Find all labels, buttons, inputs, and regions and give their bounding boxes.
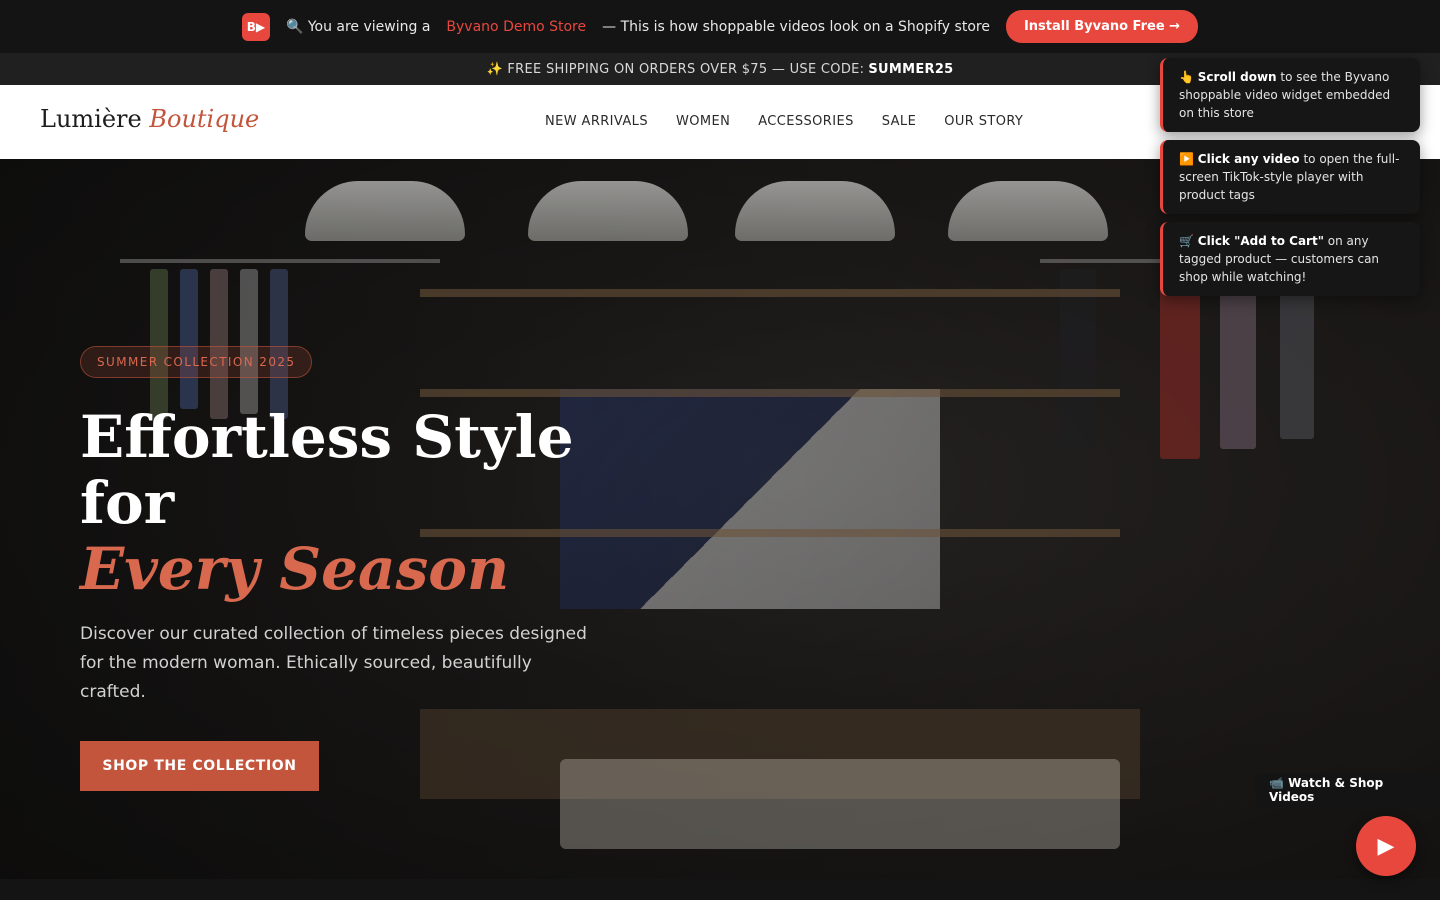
brand-name: Lumière [40, 105, 142, 133]
play-button-icon: ▶️ [1179, 152, 1194, 166]
demo-message: 🔍 You are viewing a Byvano Demo Store — … [286, 19, 990, 35]
hero-content: SUMMER COLLECTION 2025 Effortless Style … [80, 346, 640, 791]
garment-shape [1220, 269, 1256, 449]
shelf [420, 289, 1120, 297]
tip-bold: Scroll down [1197, 70, 1277, 84]
promo-code: SUMMER25 [868, 61, 954, 77]
lamp-shape [735, 181, 895, 241]
shopping-cart-icon: 🛒 [1179, 234, 1194, 248]
shop-collection-button[interactable]: SHOP THE COLLECTION [80, 741, 319, 791]
tip-scroll-down: 👆 Scroll down to see the Byvano shoppabl… [1160, 58, 1420, 132]
collection-badge: SUMMER COLLECTION 2025 [80, 346, 313, 378]
byvano-logo-icon: B▶ [241, 12, 270, 41]
tip-click-video: ▶️ Click any video to open the full-scre… [1160, 140, 1420, 214]
shipping-text: ✨ FREE SHIPPING ON ORDERS OVER $75 — USE… [486, 61, 865, 77]
tip-add-to-cart: 🛒 Click "Add to Cart" on any tagged prod… [1160, 222, 1420, 296]
hero-title: Effortless Style for Every Season [80, 404, 640, 602]
tip-bold: Click any video [1197, 152, 1300, 166]
nav-link-accessories[interactable]: ACCESSORIES [758, 114, 854, 129]
demo-prefix: 🔍 You are viewing a [285, 18, 431, 35]
lamp-shape [528, 181, 688, 241]
brand-logo[interactable]: Lumière Boutique [40, 105, 259, 133]
nav-link-sale[interactable]: SALE [882, 114, 916, 129]
hero-title-line1: Effortless Style for [80, 403, 574, 537]
nav-link-women[interactable]: WOMEN [676, 114, 730, 129]
demo-suffix: — This is how shoppable videos look on a… [602, 18, 990, 35]
tip-bold: Click "Add to Cart" [1197, 234, 1324, 248]
lamp-shape [948, 181, 1108, 241]
nav-link-our-story[interactable]: OUR STORY [944, 114, 1023, 129]
nav-link-new-arrivals[interactable]: NEW ARRIVALS [545, 114, 648, 129]
brand-accent: Boutique [149, 105, 260, 133]
lamp-shape [305, 181, 465, 241]
garment-shape [1160, 269, 1200, 459]
play-video-button[interactable]: ▶ [1356, 816, 1416, 876]
demo-bar: B▶ 🔍 You are viewing a Byvano Demo Store… [0, 0, 1440, 53]
pointing-hand-icon: 👆 [1179, 70, 1194, 84]
hero-subtitle: Discover our curated collection of timel… [80, 624, 587, 702]
nav-links: NEW ARRIVALS WOMEN ACCESSORIES SALE OUR … [545, 114, 1023, 129]
demo-store-link[interactable]: Byvano Demo Store [446, 19, 586, 35]
clothing-rack [120, 259, 440, 263]
play-icon: ▶ [1377, 833, 1395, 859]
folded-blankets [560, 759, 1120, 849]
hero-title-line2: Every Season [80, 535, 510, 603]
watch-shop-label[interactable]: 📹 Watch & Shop Videos [1255, 773, 1440, 807]
install-byvano-button[interactable]: Install Byvano Free → [1005, 10, 1199, 43]
